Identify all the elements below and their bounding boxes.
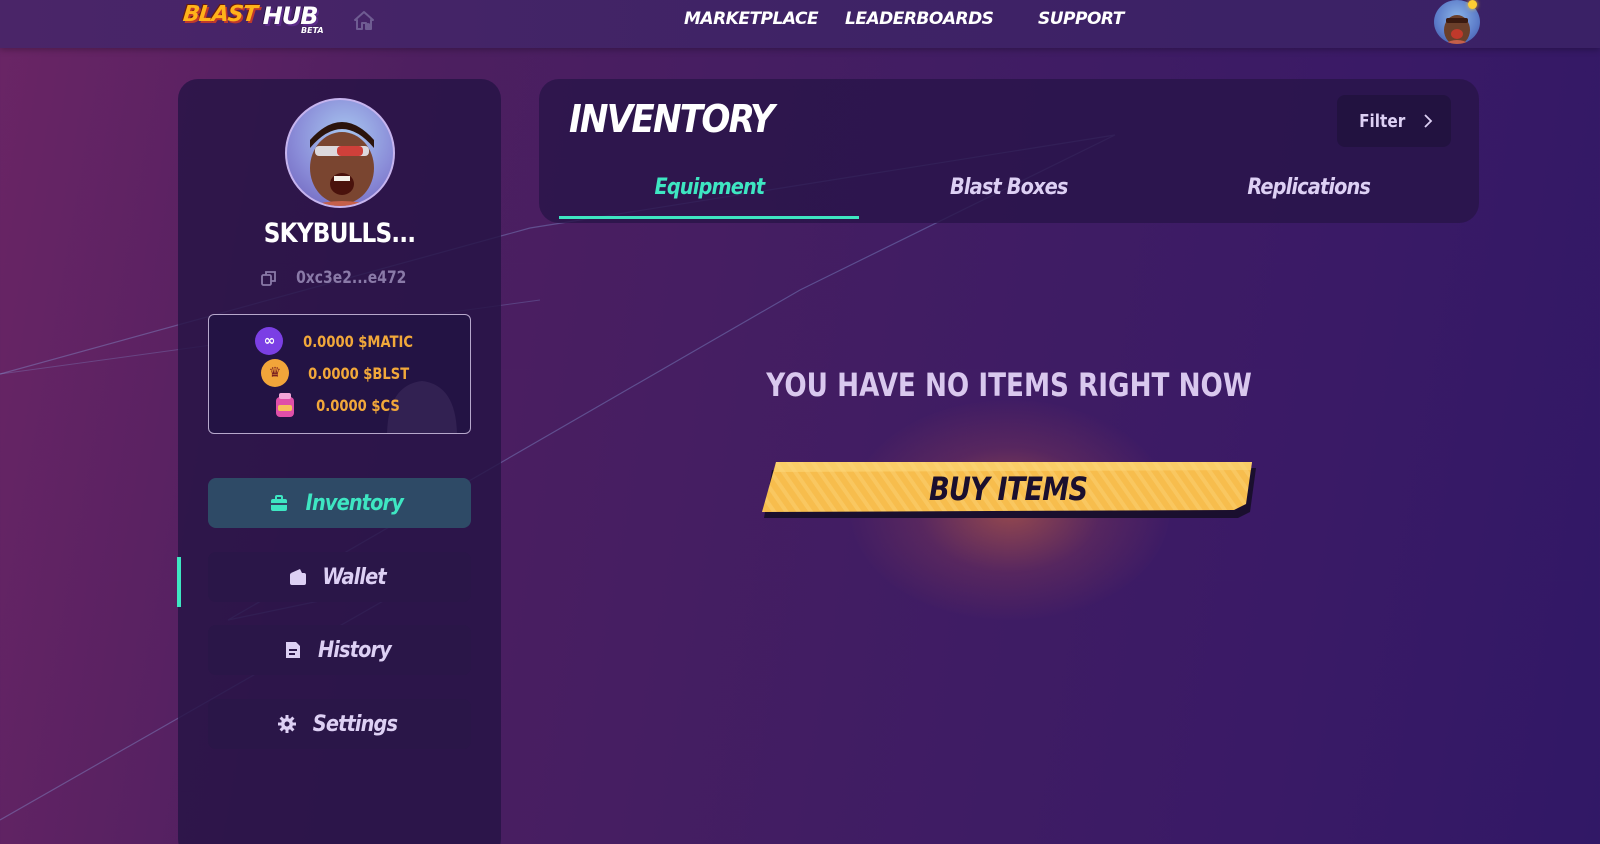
nav-link-support[interactable]: SUPPORT bbox=[1038, 9, 1124, 29]
profile-avatar bbox=[285, 98, 395, 208]
balance-row-matic: ∞ 0.0000 $MATIC bbox=[209, 327, 470, 355]
sidebar-item-label: Settings bbox=[312, 711, 397, 737]
briefcase-icon bbox=[271, 495, 288, 511]
copy-icon[interactable] bbox=[260, 269, 278, 287]
filter-button[interactable]: Filter bbox=[1337, 95, 1451, 147]
notification-dot bbox=[1468, 0, 1477, 9]
profile-sidebar: SKYBULLS... 0xc3e2...e472 ∞ 0.0000 $MATI… bbox=[177, 79, 501, 844]
balance-cs: 0.0000 $CS bbox=[316, 395, 401, 415]
sidebar-item-label: History bbox=[318, 637, 392, 663]
logo-blast-text: BLAST bbox=[181, 2, 258, 27]
chevron-right-icon bbox=[1424, 114, 1433, 128]
sidebar-item-inventory[interactable]: Inventory bbox=[208, 478, 471, 528]
tab-label: Equipment bbox=[654, 175, 765, 200]
balance-row-blst: ♛ 0.0000 $BLST bbox=[209, 359, 470, 387]
cs-coin-icon bbox=[271, 391, 299, 419]
tab-equipment[interactable]: Equipment bbox=[559, 171, 859, 219]
blast-hub-logo[interactable]: BLAST HUB BETA bbox=[181, 2, 324, 38]
wallet-address-row[interactable]: 0xc3e2...e472 bbox=[178, 268, 501, 288]
gear-icon bbox=[277, 715, 296, 733]
buy-items-button[interactable]: BUY ITEMS bbox=[760, 460, 1256, 518]
sidebar-item-history[interactable]: History bbox=[208, 625, 471, 675]
tab-blast-boxes[interactable]: Blast Boxes bbox=[859, 171, 1159, 219]
buy-items-label: BUY ITEMS bbox=[928, 470, 1088, 508]
nav-link-leaderboards[interactable]: LEADERBOARDS bbox=[845, 9, 994, 29]
active-nav-indicator bbox=[177, 557, 181, 607]
matic-coin-icon: ∞ bbox=[255, 327, 284, 355]
balance-row-cs: 0.0000 $CS bbox=[209, 391, 470, 419]
sidebar-item-label: Inventory bbox=[305, 490, 404, 516]
sidebar-item-label: Wallet bbox=[322, 564, 387, 590]
blst-coin-icon: ♛ bbox=[260, 359, 289, 387]
document-icon bbox=[286, 642, 301, 658]
balance-blst: 0.0000 $BLST bbox=[307, 363, 410, 383]
filter-button-label: Filter bbox=[1359, 110, 1406, 132]
token-balances-card: ∞ 0.0000 $MATIC ♛ 0.0000 $BLST 0.0000 $C… bbox=[208, 314, 471, 434]
empty-state-message: YOU HAVE NO ITEMS RIGHT NOW bbox=[766, 366, 1252, 404]
tab-label: Replications bbox=[1247, 175, 1372, 200]
sidebar-item-settings[interactable]: Settings bbox=[208, 699, 471, 749]
sidebar-item-wallet[interactable]: Wallet bbox=[208, 552, 471, 602]
home-settings-icon[interactable] bbox=[352, 9, 376, 33]
tab-label: Blast Boxes bbox=[950, 175, 1068, 200]
profile-username: SKYBULLS... bbox=[263, 218, 416, 249]
logo-beta-badge: BETA bbox=[301, 26, 324, 35]
wallet-address: 0xc3e2...e472 bbox=[296, 268, 407, 288]
inventory-header-panel: INVENTORY Filter Equipment Blast Boxes R… bbox=[539, 79, 1479, 223]
balance-matic: 0.0000 $MATIC bbox=[303, 331, 414, 351]
top-navigation-bar: BLAST HUB BETA MARKETPLACE LEADERBOARDS … bbox=[0, 0, 1600, 48]
page-title: INVENTORY bbox=[569, 97, 775, 141]
nav-link-marketplace[interactable]: MARKETPLACE bbox=[684, 9, 819, 29]
tab-replications[interactable]: Replications bbox=[1159, 171, 1459, 219]
wallet-icon bbox=[290, 569, 307, 585]
